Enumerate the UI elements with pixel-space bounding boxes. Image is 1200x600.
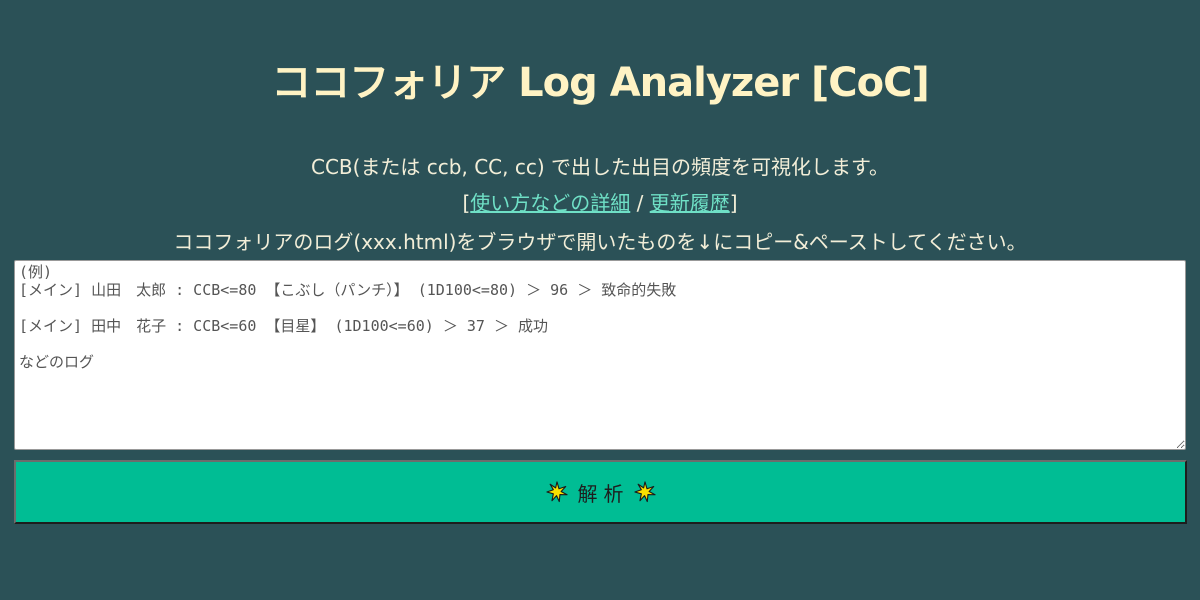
link-separator: /	[630, 191, 650, 215]
analyze-button[interactable]: 解析	[14, 460, 1187, 524]
usage-details-link[interactable]: 使い方などの詳細	[470, 191, 630, 215]
links-line: [使い方などの詳細 / 更新履歴]	[0, 188, 1200, 218]
description-line: CCB(または ccb, CC, cc) で出した出目の頻度を可視化します。	[310, 155, 889, 179]
update-history-link[interactable]: 更新履歴	[650, 191, 730, 215]
sparkle-icon	[545, 481, 568, 503]
page: ココフォリア Log Analyzer [CoC] CCB(または ccb, C…	[0, 0, 1200, 600]
log-input[interactable]	[14, 260, 1186, 450]
page-title: ココフォリア Log Analyzer [CoC]	[271, 60, 929, 106]
instruction-line: ココフォリアのログ(xxx.html)をブラウザで開いたものを↓にコピー&ペース…	[173, 230, 1027, 254]
sparkle-icon	[633, 481, 656, 503]
bracket-close: ]	[729, 191, 738, 215]
analyze-button-label: 解析	[577, 481, 630, 506]
